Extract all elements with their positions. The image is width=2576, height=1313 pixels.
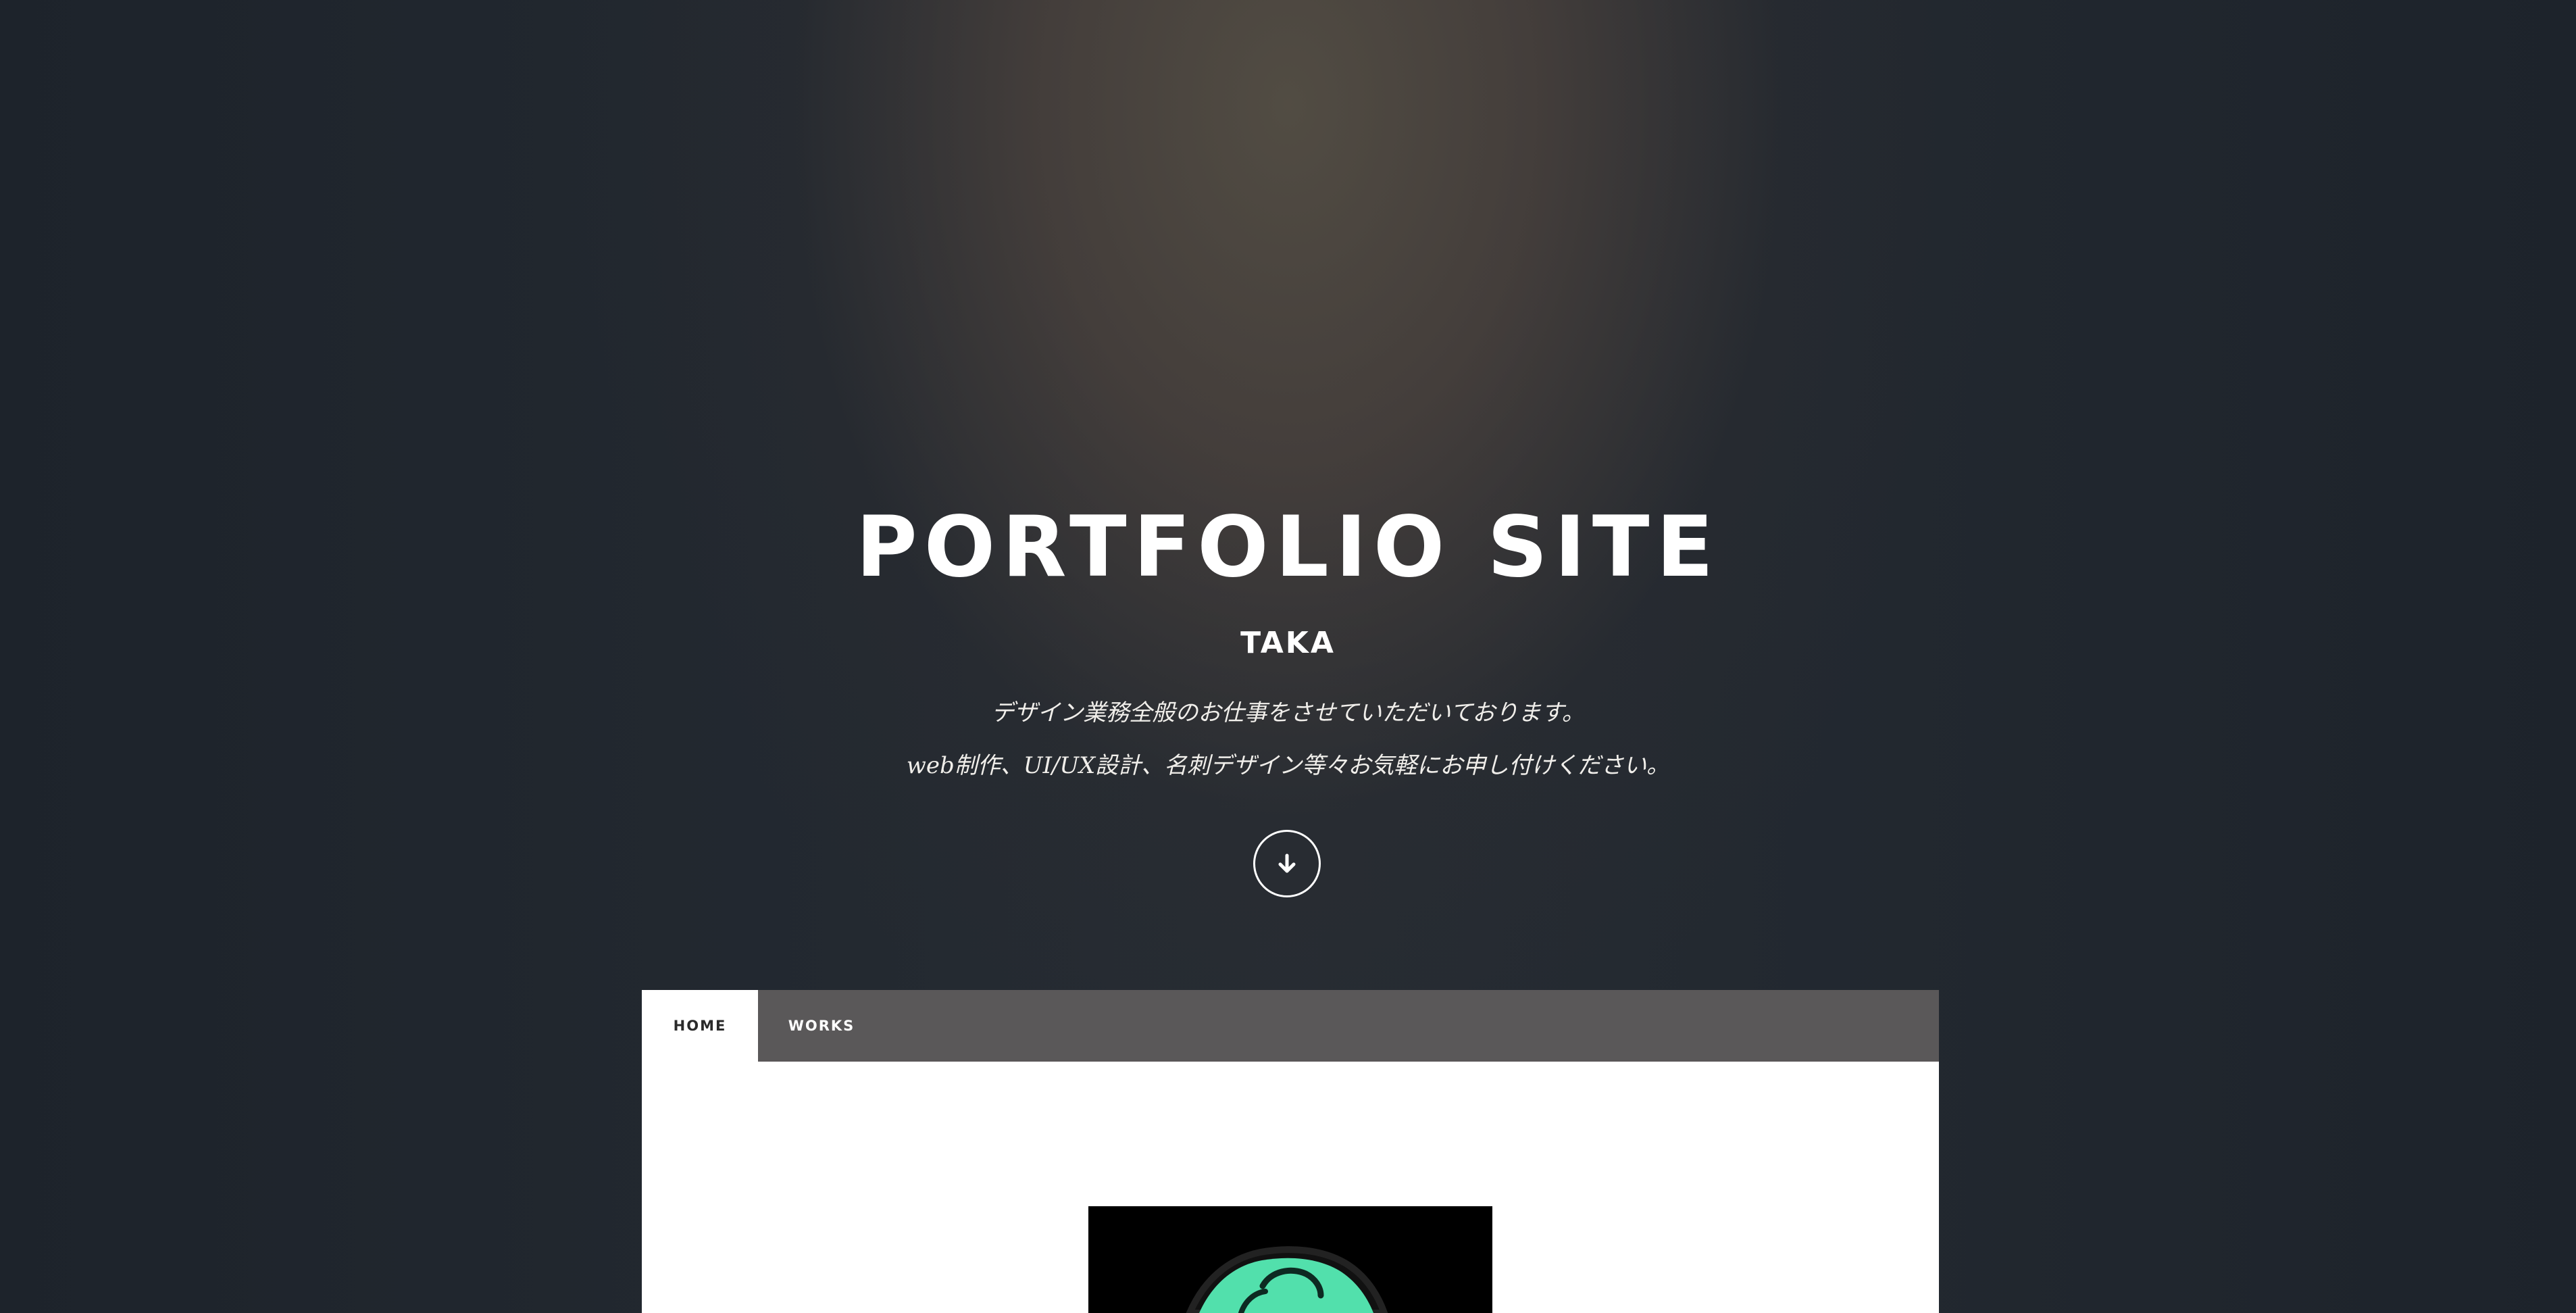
content-panel: HOME WORKS (642, 990, 1939, 1313)
scroll-down-button[interactable] (1253, 830, 1321, 897)
site-title: PORTFOLIO SITE (855, 499, 1721, 596)
author-name: TAKA (1240, 626, 1336, 660)
tab-works[interactable]: WORKS (758, 990, 885, 1062)
hero-description-line-2: web制作、UI/UX設計、名刺デザイン等々お気軽にお申し付けください。 (906, 752, 1670, 779)
work-thumbnail[interactable] (1088, 1206, 1492, 1313)
hero-section: PORTFOLIO SITE TAKA デザイン業務全般のお仕事をさせていただい… (0, 0, 2576, 990)
green-creature-artwork (1186, 1246, 1388, 1313)
hero-description-line-1: デザイン業務全般のお仕事をさせていただいております。 (991, 699, 1585, 726)
tab-home[interactable]: HOME (642, 990, 758, 1062)
arrow-down-icon (1278, 853, 1296, 873)
tab-bar: HOME WORKS (642, 990, 1939, 1062)
